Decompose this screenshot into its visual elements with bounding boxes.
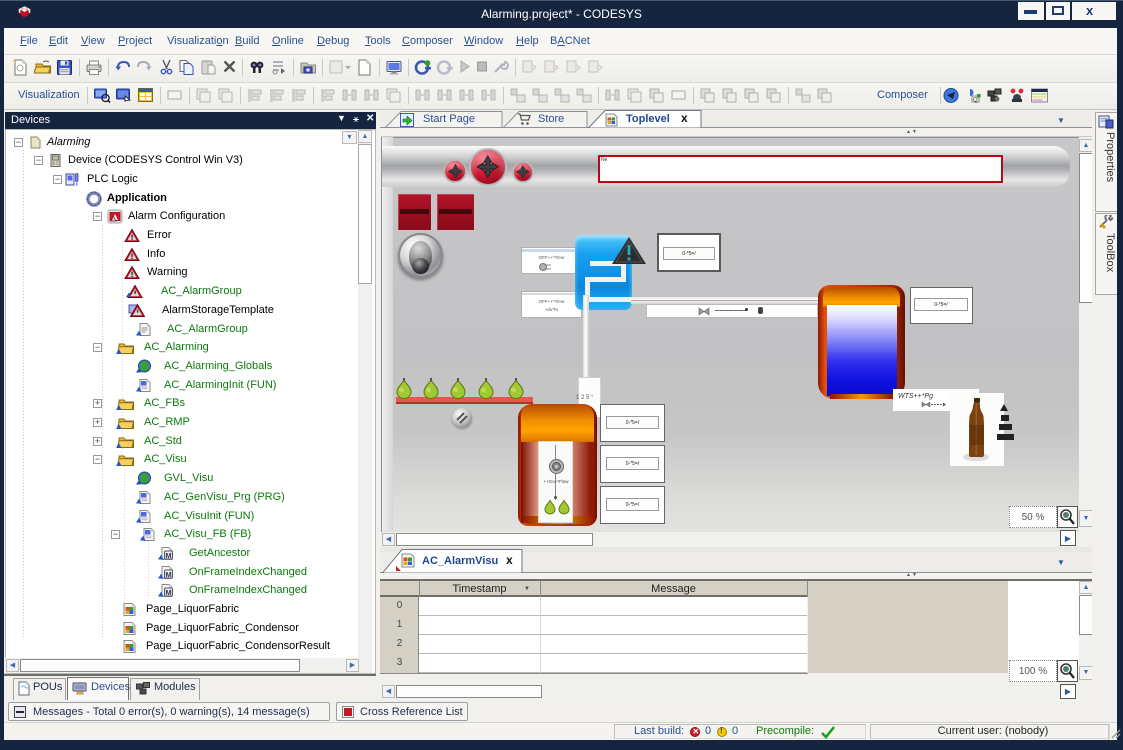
svg-text:M: M <box>165 569 171 578</box>
svg-text:M: M <box>165 551 171 560</box>
svg-text:M: M <box>165 588 171 597</box>
svg-text:Q: Q <box>973 98 978 104</box>
